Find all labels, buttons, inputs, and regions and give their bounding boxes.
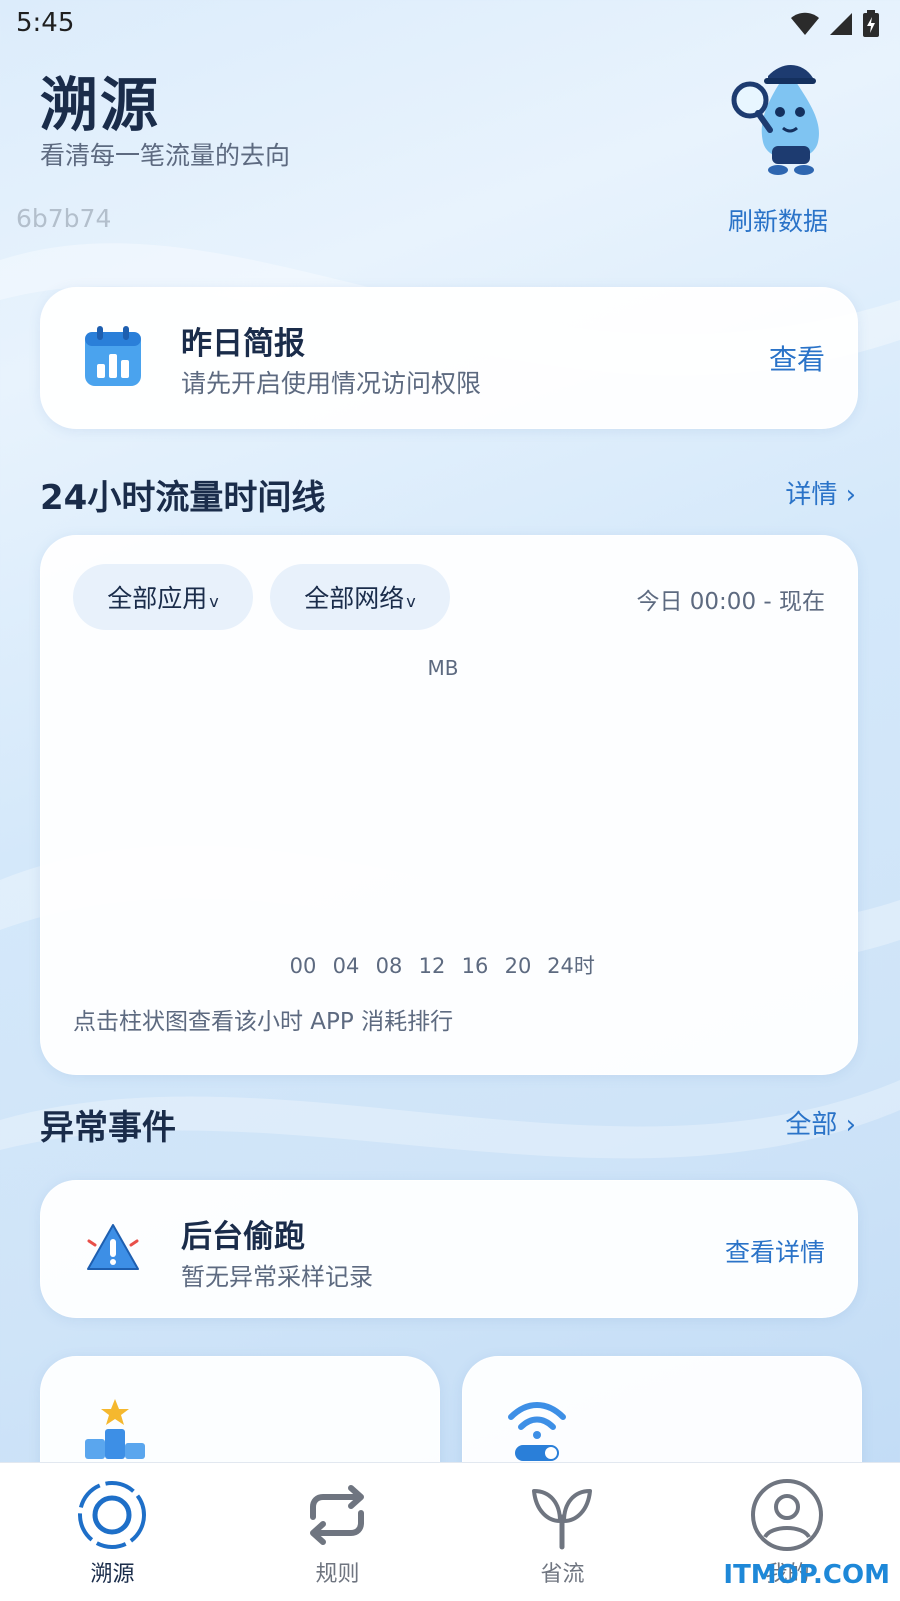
chart-x-tick-label: 24时	[547, 954, 595, 978]
chart-hint: 点击柱状图查看该小时 APP 消耗排行	[73, 1009, 454, 1035]
chart-x-tick-label: 08	[376, 954, 403, 978]
chart-x-tick-label: 20	[505, 954, 532, 978]
time-range-label: 今日 00:00 - 现在	[636, 589, 825, 615]
page-subtitle: 看清每一笔流量的去向	[40, 141, 291, 170]
chart-x-tick-label: 04	[333, 954, 360, 978]
chart-y-unit-label: MB	[428, 656, 459, 680]
status-bar: 5:45	[0, 0, 900, 48]
nav-item-trace[interactable]: 溯源	[0, 1463, 225, 1601]
anomaly-title: 后台偷跑	[181, 1219, 305, 1255]
network-filter-dropdown[interactable]: 全部网络 v	[270, 564, 450, 630]
anomaly-subtitle: 暂无异常采样记录	[181, 1263, 373, 1291]
timeline-detail-link[interactable]: 详情 ›	[785, 474, 856, 511]
anomaly-all-link[interactable]: 全部 ›	[785, 1104, 856, 1141]
battery-charging-icon	[863, 10, 879, 37]
timeline-card: 全部应用 v 全部网络 v 今日 00:00 - 现在 MB 00 04 08 12 16 20…	[40, 535, 858, 1075]
chart-x-tick-label: 00	[290, 954, 317, 978]
nav-label-trace: 溯源	[90, 1562, 135, 1587]
nav-label-save: 省流	[540, 1562, 585, 1587]
water-drop-detective-mascot	[731, 64, 819, 175]
anomaly-card-background-usage[interactable]: 后台偷跑 暂无异常采样记录 查看详情	[40, 1180, 858, 1318]
daily-brief-subtitle: 请先开启使用情况访问权限	[181, 369, 482, 398]
status-time: 5:45	[16, 8, 75, 38]
network-filter-label: 全部网络	[304, 584, 405, 613]
nav-item-rules[interactable]: 规则	[225, 1463, 450, 1601]
app-filter-dropdown[interactable]: 全部应用 v	[73, 564, 253, 630]
signal-icon	[830, 13, 852, 35]
sprout-icon	[532, 1489, 592, 1550]
target-circle-icon	[78, 1481, 146, 1549]
chevron-down-icon: v	[406, 591, 416, 611]
anomaly-section-title: 异常事件	[40, 1108, 176, 1148]
app-filter-label: 全部应用	[107, 584, 208, 613]
hourly-traffic-chart[interactable]: MB 00 04 08 12 16 20 24时	[41, 646, 857, 1016]
chart-x-tick-label: 12	[419, 954, 446, 978]
repeat-arrows-icon	[310, 1485, 364, 1545]
page-title: 溯源	[40, 71, 161, 139]
build-id: 6b7b74	[16, 204, 112, 233]
chevron-down-icon: v	[209, 591, 219, 611]
anomaly-view-details-button[interactable]: 查看详情	[725, 1233, 825, 1269]
calendar-chart-icon	[85, 326, 141, 386]
nav-label-rules: 规则	[315, 1562, 360, 1587]
daily-brief-title: 昨日简报	[181, 326, 305, 362]
daily-brief-card[interactable]: 昨日简报 请先开启使用情况访问权限 查看	[40, 287, 858, 429]
timeline-section-title: 24小时流量时间线	[40, 478, 326, 518]
nav-item-save[interactable]: 省流	[450, 1463, 675, 1601]
podium-star-icon	[85, 1399, 145, 1459]
daily-brief-view-button[interactable]: 查看	[769, 338, 825, 378]
chart-x-tick-label: 16	[462, 954, 489, 978]
wifi-toggle-icon	[508, 1402, 566, 1461]
wifi-icon	[791, 12, 819, 35]
refresh-data-button[interactable]: 刷新数据	[728, 202, 828, 238]
watermark: ITMOP.COM	[723, 1560, 890, 1590]
status-icons	[790, 10, 880, 38]
warning-triangle-icon	[87, 1224, 139, 1270]
user-circle-icon	[751, 1479, 823, 1551]
